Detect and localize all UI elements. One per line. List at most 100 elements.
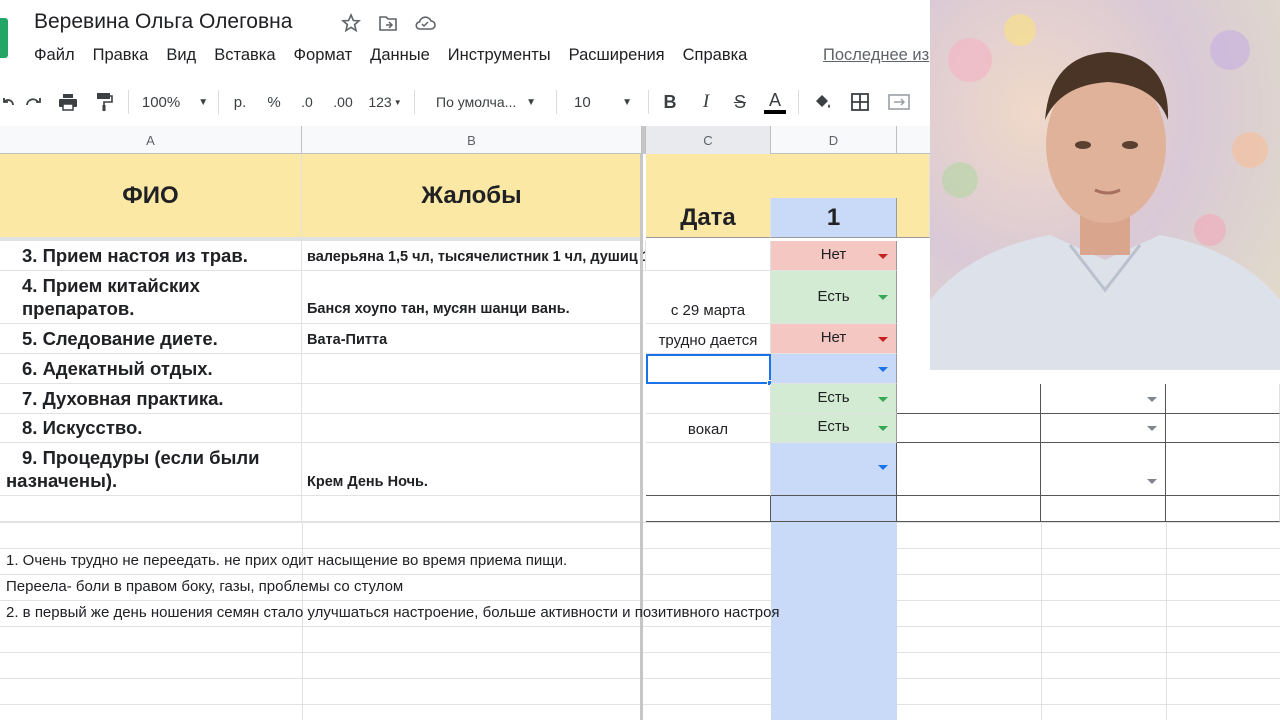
note-line[interactable]: 1. Очень трудно не переедать. не прих од… xyxy=(6,552,567,569)
empty-cell[interactable] xyxy=(771,496,897,522)
dropdown-arrow-icon xyxy=(1147,426,1157,431)
menu-edit[interactable]: Правка xyxy=(93,46,149,68)
menu-file[interactable]: Файл xyxy=(34,46,75,68)
row-label[interactable]: 7. Духовная практика. xyxy=(0,384,302,414)
font-family-value: По умолча... xyxy=(436,94,517,110)
webcam-overlay xyxy=(930,0,1280,370)
complaint-cell[interactable] xyxy=(302,354,642,384)
dropdown-arrow-icon xyxy=(878,367,888,372)
complaint-cell[interactable]: Вата-Питта xyxy=(302,324,642,354)
day-4-cell[interactable] xyxy=(1166,443,1280,496)
font-size-select[interactable]: 10 ▼ xyxy=(566,80,640,124)
status-dropdown[interactable]: Есть xyxy=(771,271,897,324)
column-header-c[interactable]: C xyxy=(646,126,771,154)
row-label[interactable]: 4. Прием китайских препаратов. xyxy=(0,271,302,324)
status-dropdown[interactable] xyxy=(771,443,897,496)
note-line[interactable]: 2. в первый же день ношения семян стало … xyxy=(6,604,780,621)
fill-color-icon[interactable] xyxy=(810,80,834,124)
header-fio[interactable]: ФИО xyxy=(0,154,302,238)
complaint-cell[interactable]: валерьяна 1,5 чл, тысячелистник 1 чл, ду… xyxy=(302,241,646,271)
day-3-cell[interactable] xyxy=(1041,384,1166,414)
menu-help[interactable]: Справка xyxy=(683,46,748,68)
dropdown-arrow-icon xyxy=(878,254,888,259)
day-2-cell[interactable] xyxy=(897,414,1041,443)
decrease-decimal-button[interactable]: .0 xyxy=(294,80,320,124)
borders-icon[interactable] xyxy=(848,80,872,124)
menu-insert[interactable]: Вставка xyxy=(214,46,275,68)
row-label[interactable]: 6. Адекатный отдых. xyxy=(0,354,302,384)
date-cell[interactable]: с 29 марта xyxy=(646,271,771,324)
empty-cell[interactable] xyxy=(646,496,771,522)
menu-view[interactable]: Вид xyxy=(166,46,196,68)
percent-format-button[interactable]: % xyxy=(262,80,286,124)
header-complaints[interactable]: Жалобы xyxy=(302,154,642,238)
menu-format[interactable]: Формат xyxy=(294,46,353,68)
sheets-logo[interactable] xyxy=(0,18,8,58)
menu-tools[interactable]: Инструменты xyxy=(448,46,551,68)
status-dropdown[interactable]: Нет xyxy=(771,241,897,271)
status-dropdown[interactable]: Нет xyxy=(771,324,897,354)
header-day-2[interactable] xyxy=(897,198,930,238)
empty-cell[interactable] xyxy=(1041,496,1166,522)
empty-cell[interactable] xyxy=(1166,496,1280,522)
empty-cell[interactable] xyxy=(897,496,1041,522)
currency-format-button[interactable]: р. xyxy=(228,80,252,124)
date-cell[interactable]: вокал xyxy=(646,414,771,443)
menu-extensions[interactable]: Расширения xyxy=(569,46,665,68)
move-to-folder-icon[interactable] xyxy=(377,12,399,34)
row-label[interactable]: 8. Искусство. xyxy=(0,414,302,443)
day-3-cell[interactable] xyxy=(1041,414,1166,443)
italic-button[interactable]: I xyxy=(694,80,718,124)
day-2-cell[interactable] xyxy=(897,443,1041,496)
merge-cells-icon[interactable] xyxy=(884,80,914,124)
zoom-select[interactable]: 100% ▼ xyxy=(140,80,210,124)
print-icon[interactable] xyxy=(56,80,80,124)
undo-icon[interactable] xyxy=(0,80,16,124)
column-header-b[interactable]: B xyxy=(302,126,642,154)
date-cell[interactable] xyxy=(646,443,771,496)
status-dropdown[interactable]: Есть xyxy=(771,414,897,443)
redo-icon[interactable] xyxy=(22,80,46,124)
day-4-cell[interactable] xyxy=(1166,414,1280,443)
row-label[interactable]: 3. Прием настоя из трав. xyxy=(0,241,302,271)
status-dropdown[interactable]: Есть xyxy=(771,384,897,414)
empty-cell[interactable] xyxy=(0,496,302,522)
header-day-1[interactable]: 1 xyxy=(771,198,897,238)
paint-format-icon[interactable] xyxy=(92,80,116,124)
menu-data[interactable]: Данные xyxy=(370,46,430,68)
date-cell[interactable]: трудно дается xyxy=(646,324,771,354)
row-label[interactable]: 9. Процедуры (если были назначены). xyxy=(0,443,302,496)
more-formats-button[interactable]: 123 ▼ xyxy=(364,80,406,124)
dropdown-arrow-icon xyxy=(1147,479,1157,484)
document-title[interactable]: Веревина Ольга Олеговна xyxy=(34,10,292,34)
status-dropdown[interactable] xyxy=(771,354,897,384)
day-2-cell[interactable] xyxy=(897,384,1041,414)
empty-cell[interactable] xyxy=(302,496,642,522)
dropdown-arrow-icon xyxy=(878,426,888,431)
text-color-button[interactable]: A xyxy=(762,80,788,124)
column-header-d[interactable]: D xyxy=(771,126,897,154)
last-edit-link[interactable]: Последнее из xyxy=(823,46,929,65)
complaint-cell[interactable] xyxy=(302,414,642,443)
frozen-column-divider[interactable] xyxy=(640,154,643,720)
column-header-a[interactable]: A xyxy=(0,126,302,154)
strikethrough-button[interactable]: S xyxy=(728,80,752,124)
more-formats-label: 123 xyxy=(368,94,392,110)
selected-cell[interactable] xyxy=(646,354,771,384)
font-family-select[interactable]: По умолча... ▼ xyxy=(424,80,548,124)
day-4-cell[interactable] xyxy=(1166,384,1280,414)
cloud-saved-icon[interactable] xyxy=(414,12,436,34)
complaint-cell[interactable]: Банся хоупо тан, мусян шанци вань. xyxy=(302,271,642,324)
bold-button[interactable]: B xyxy=(658,80,682,124)
increase-decimal-button[interactable]: .00 xyxy=(328,80,358,124)
star-icon[interactable] xyxy=(340,12,362,34)
date-cell[interactable] xyxy=(646,241,771,271)
day-3-cell[interactable] xyxy=(1041,443,1166,496)
complaint-cell[interactable]: Крем День Ночь. xyxy=(302,443,642,496)
status-value: Нет xyxy=(820,329,847,346)
header-date[interactable]: Дата xyxy=(646,198,771,238)
date-cell[interactable] xyxy=(646,384,771,414)
complaint-cell[interactable] xyxy=(302,384,642,414)
note-line[interactable]: Переела- боли в правом боку, газы, пробл… xyxy=(6,578,403,595)
row-label[interactable]: 5. Следование диете. xyxy=(0,324,302,354)
